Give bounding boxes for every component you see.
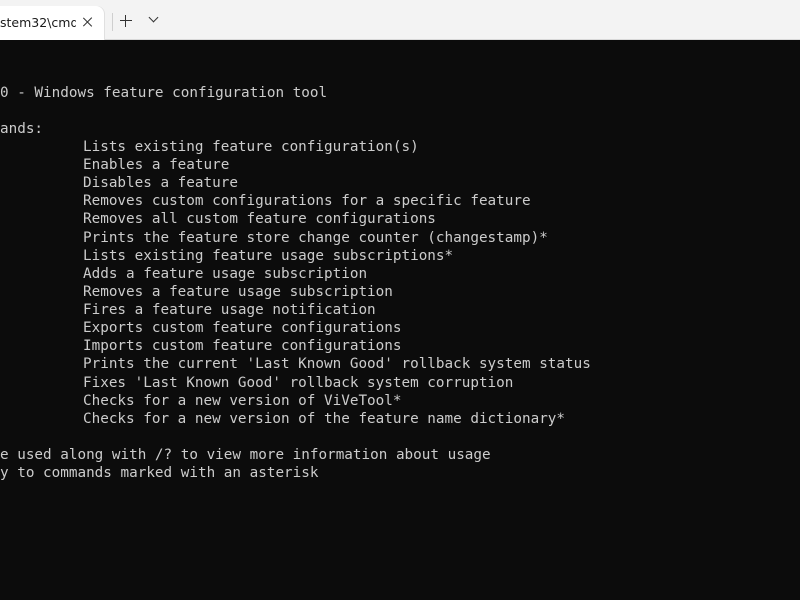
tab-divider <box>112 13 113 31</box>
plus-icon[interactable] <box>117 12 135 30</box>
command-description: Exports custom feature configurations <box>83 320 402 336</box>
command-description: Prints the feature store change counter … <box>83 230 548 246</box>
asterisk-footnote: y to commands marked with an asterisk <box>0 465 319 481</box>
command-description: Enables a feature <box>83 157 230 173</box>
command-description: Adds a feature usage subscription <box>83 266 368 282</box>
command-description: Imports custom feature configurations <box>83 338 402 354</box>
chevron-down-icon[interactable] <box>146 12 162 28</box>
title-bar: stem32\cmd. <box>0 0 800 40</box>
command-description: Checks for a new version of ViVeTool* <box>83 393 402 409</box>
command-description: Fixes 'Last Known Good' rollback system … <box>83 375 514 391</box>
command-description: Prints the current 'Last Known Good' rol… <box>83 356 591 372</box>
command-description: Removes a feature usage subscription <box>83 284 393 300</box>
command-description: Removes all custom feature configuration… <box>83 211 436 227</box>
usage-footnote: e used along with /? to view more inform… <box>0 447 491 463</box>
command-description: Disables a feature <box>83 175 238 191</box>
close-icon[interactable] <box>80 14 96 30</box>
commands-heading: ands: <box>0 121 44 137</box>
terminal-output[interactable]: 0 - Windows feature configuration tool a… <box>0 40 800 600</box>
command-description: Checks for a new version of the feature … <box>83 411 566 427</box>
tool-header: 0 - Windows feature configuration tool <box>0 85 328 101</box>
command-description: Fires a feature usage notification <box>83 302 376 318</box>
command-description: Lists existing feature usage subscriptio… <box>83 248 454 264</box>
command-description: Removes custom configurations for a spec… <box>83 193 531 209</box>
command-description: Lists existing feature configuration(s) <box>83 139 419 155</box>
terminal-tab[interactable]: stem32\cmd. <box>0 6 104 40</box>
tab-title: stem32\cmd. <box>0 15 76 30</box>
